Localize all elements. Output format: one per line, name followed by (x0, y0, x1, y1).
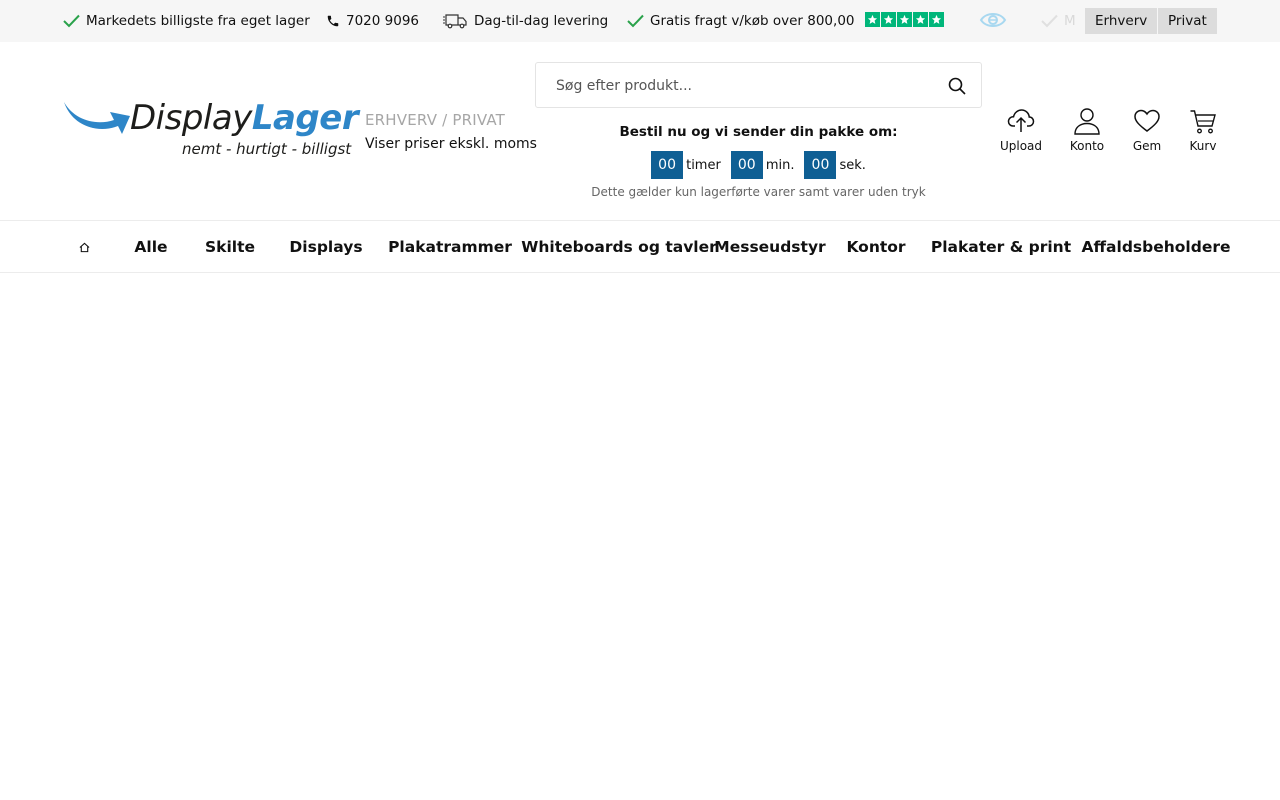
check-icon (627, 14, 644, 28)
nav-home[interactable] (74, 221, 94, 273)
logo-word-display: Display (130, 98, 252, 138)
nav-item-poster-frames[interactable]: Plakatrammer (388, 221, 512, 273)
star-icon (881, 12, 896, 27)
check-icon (63, 14, 80, 28)
heart-icon (1134, 109, 1160, 132)
usp-bar: Markedets billigste fra eget lager 7020 … (0, 0, 1280, 42)
upload-button[interactable]: Upload (993, 106, 1049, 153)
main-navigation: Alle Skilte Displays Plakatrammer Whiteb… (0, 220, 1280, 273)
star-icon (865, 12, 880, 27)
nav-item-posters-print[interactable]: Plakater & print (931, 221, 1071, 273)
countdown-minutes-unit: min. (765, 157, 795, 173)
truck-icon (443, 14, 467, 29)
cart-icon (1190, 110, 1216, 134)
account-label: Konto (1069, 139, 1105, 153)
nav-item-office[interactable]: Kontor (840, 221, 912, 273)
wishlist-button[interactable]: Gem (1119, 106, 1175, 153)
phone-icon (327, 15, 339, 27)
check-icon (1041, 14, 1058, 28)
site-logo[interactable]: DisplayLager nemt - hurtigt - billigst (62, 96, 359, 164)
wishlist-label: Gem (1132, 139, 1162, 153)
search-input[interactable] (556, 75, 936, 97)
price-mode-subtext: Viser priser ekskl. moms (365, 136, 537, 152)
eye-icon (979, 10, 1007, 34)
usp-phone[interactable]: 7020 9096 (326, 0, 419, 42)
nav-item-all[interactable]: Alle (125, 221, 177, 273)
usp-delivery: Dag-til-dag levering (443, 0, 608, 42)
search-box (535, 62, 982, 108)
logo-word-lager: Lager (251, 98, 359, 138)
private-toggle-button[interactable]: Privat (1158, 8, 1217, 34)
user-icon (1074, 108, 1100, 135)
usp-free-shipping: Gratis fragt v/køb over 800,00 (627, 0, 855, 42)
usp-faded: M (1041, 0, 1076, 42)
countdown-title: Bestil nu og vi sender din pakke om: (619, 124, 898, 140)
countdown-note: Dette gælder kun lagerførte varer samt v… (591, 185, 926, 199)
phone-number: 7020 9096 (346, 13, 420, 29)
delivery-text: Dag-til-dag levering (474, 13, 609, 29)
business-toggle-button[interactable]: Erhverv (1085, 8, 1158, 34)
star-icon (913, 12, 928, 27)
cart-label: Kurv (1189, 139, 1217, 153)
search-button[interactable] (947, 76, 967, 96)
nav-item-trade-show[interactable]: Messeudstyr (712, 221, 828, 273)
price-mode-label[interactable]: ERHVERV / PRIVAT (365, 111, 505, 129)
logo-arrow-icon (64, 102, 130, 134)
star-icon (897, 12, 912, 27)
cart-button[interactable]: Kurv (1175, 106, 1231, 153)
star-icon (929, 12, 944, 27)
usp-faded-text: M (1064, 13, 1076, 29)
nav-item-waste-bins[interactable]: Affaldsbeholdere (1082, 221, 1231, 273)
countdown-minutes: 00 (730, 151, 763, 179)
home-icon (79, 242, 89, 252)
account-button[interactable]: Konto (1059, 106, 1115, 153)
nav-item-whiteboards[interactable]: Whiteboards og tavler (521, 221, 717, 273)
countdown-timer: 00 timer 00 min. 00 sek. (535, 151, 982, 179)
logo-tagline: nemt - hurtigt - billigst (182, 140, 352, 158)
nav-item-displays[interactable]: Displays (283, 221, 369, 273)
usp-lowest-price: Markedets billigste fra eget lager (63, 0, 310, 42)
upload-label: Upload (999, 139, 1043, 153)
free-shipping-text: Gratis fragt v/køb over 800,00 (650, 13, 855, 29)
logo-wordmark: DisplayLager (130, 98, 359, 138)
countdown-hours-unit: timer (686, 157, 721, 173)
nav-item-signs[interactable]: Skilte (198, 221, 262, 273)
usp-lowest-price-text: Markedets billigste fra eget lager (86, 13, 310, 29)
upload-cloud-icon (1007, 109, 1035, 132)
search-icon (948, 77, 966, 95)
trustpilot-rating[interactable] (865, 12, 944, 27)
countdown-hours: 00 (651, 151, 684, 179)
countdown-seconds: 00 (804, 151, 837, 179)
countdown-seconds-unit: sek. (839, 157, 866, 173)
